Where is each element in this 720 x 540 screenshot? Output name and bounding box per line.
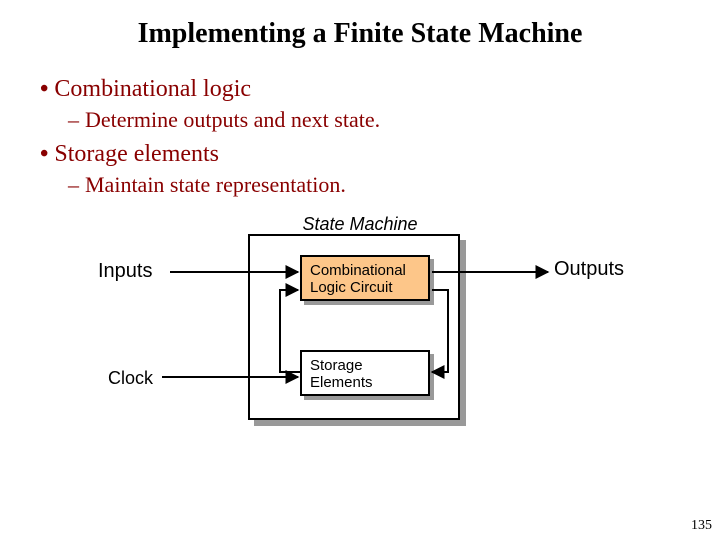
slide-title: Implementing a Finite State Machine <box>0 0 720 50</box>
outputs-label: Outputs <box>554 258 624 281</box>
inputs-label: Inputs <box>98 260 152 283</box>
bullet-dot: • <box>40 76 48 103</box>
se-line2: Elements <box>310 374 420 391</box>
storage-elements-box: Storage Elements <box>300 350 430 396</box>
se-line1: Storage <box>310 357 420 374</box>
clc-line1: Combinational <box>310 262 420 279</box>
bullet-sub-determine: – Determine outputs and next state. <box>68 107 680 133</box>
bullet-storage-elements: • Storage elements <box>40 141 680 168</box>
bullet-sub-text: Determine outputs and next state. <box>85 107 380 133</box>
bullet-dash: – <box>68 107 79 133</box>
combinational-logic-circuit-box: Combinational Logic Circuit <box>300 255 430 301</box>
state-machine-diagram: State Machine Inputs Outputs Clock Combi… <box>0 210 720 450</box>
page-number: 135 <box>691 518 712 534</box>
bullet-sub-maintain: – Maintain state representation. <box>68 172 680 198</box>
state-machine-label: State Machine <box>302 214 417 235</box>
bullet-text: Storage elements <box>54 141 219 168</box>
clock-label: Clock <box>108 368 153 389</box>
bullet-text: Combinational logic <box>54 76 251 103</box>
bullet-combinational-logic: • Combinational logic <box>40 76 680 103</box>
content-area: • Combinational logic – Determine output… <box>0 50 720 198</box>
clc-line2: Logic Circuit <box>310 279 420 296</box>
bullet-sub-text: Maintain state representation. <box>85 172 346 198</box>
bullet-dot: • <box>40 141 48 168</box>
bullet-dash: – <box>68 172 79 198</box>
